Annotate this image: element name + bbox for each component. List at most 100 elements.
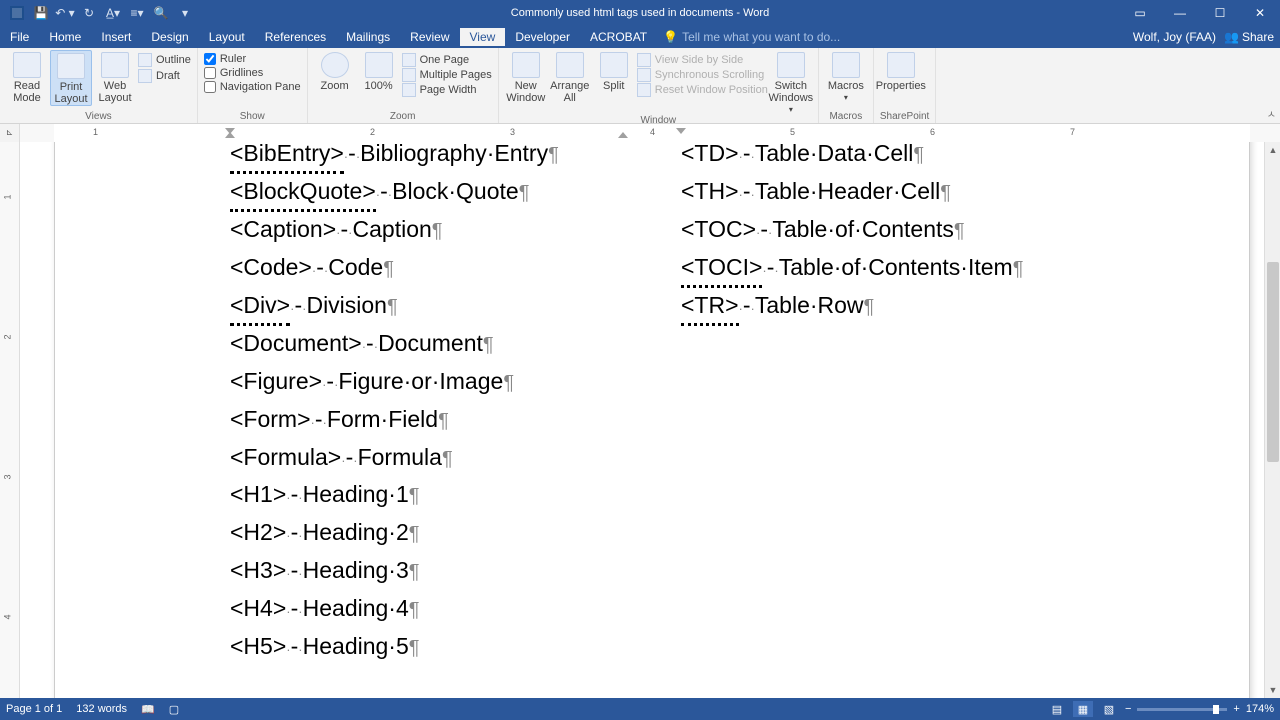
proofing-icon[interactable]: 📖	[141, 703, 155, 716]
paragraph[interactable]: <TH>·-·Table·Header·Cell¶	[681, 173, 1111, 211]
maximize-icon[interactable]: ☐	[1200, 0, 1240, 26]
view-web-icon[interactable]: ▧	[1099, 701, 1119, 717]
split-button[interactable]: Split	[593, 50, 635, 92]
paragraph[interactable]: <Code>·-·Code¶	[230, 249, 660, 287]
paragraph[interactable]: <Caption>·-·Caption¶	[230, 211, 660, 249]
group-views: Read Mode Print Layout Web Layout Outlin…	[0, 48, 198, 123]
paragraph[interactable]: <H1>·-·Heading·1¶	[230, 476, 660, 514]
column-2: <TD>·-·Table·Data·Cell¶<TH>·-·Table·Head…	[681, 142, 1111, 325]
paragraph[interactable]: <H3>·-·Heading·3¶	[230, 552, 660, 590]
tab-home[interactable]: Home	[39, 28, 91, 46]
tab-insert[interactable]: Insert	[91, 28, 141, 46]
share-button[interactable]: 👥 Share	[1224, 30, 1274, 44]
gridlines-checkbox[interactable]: Gridlines	[204, 67, 301, 79]
paragraph[interactable]: <BlockQuote>·-·Block·Quote¶	[230, 173, 660, 211]
properties-icon	[887, 52, 915, 78]
properties-button[interactable]: Properties	[880, 50, 922, 92]
ruler-num: 2	[370, 127, 375, 137]
tab-developer[interactable]: Developer	[505, 28, 580, 46]
view-print-icon[interactable]: ▦	[1073, 701, 1093, 717]
tab-review[interactable]: Review	[400, 28, 459, 46]
paragraph[interactable]: <TR>·-·Table·Row¶	[681, 287, 1111, 325]
paragraph[interactable]: <H4>·-·Heading·4¶	[230, 590, 660, 628]
macro-rec-icon[interactable]: ▢	[169, 703, 179, 716]
user-name[interactable]: Wolf, Joy (FAA)	[1133, 30, 1216, 44]
tell-me[interactable]: 💡 Tell me what you want to do...	[663, 30, 840, 44]
paragraph[interactable]: <TOCI>·-·Table·of·Contents·Item¶	[681, 249, 1111, 287]
tab-references[interactable]: References	[255, 28, 336, 46]
paragraph[interactable]: <Document>·-·Document¶	[230, 325, 660, 363]
minimize-icon[interactable]: —	[1160, 0, 1200, 26]
word-icon[interactable]	[6, 2, 28, 24]
paragraph[interactable]: <H2>·-·Heading·2¶	[230, 514, 660, 552]
undo-icon[interactable]: ↶ ▾	[54, 2, 76, 24]
multiple-pages-button[interactable]: Multiple Pages	[402, 68, 492, 82]
paragraph[interactable]: <H5>·-·Heading·5¶	[230, 628, 660, 666]
page-area[interactable]: <BibEntry>·-·Bibliography·Entry¶<BlockQu…	[20, 142, 1264, 698]
macros-button[interactable]: Macros▾	[825, 50, 867, 103]
zoom-slider[interactable]	[1137, 708, 1227, 711]
tab-mailings[interactable]: Mailings	[336, 28, 400, 46]
draft-button[interactable]: Draft	[138, 69, 191, 83]
tab-design[interactable]: Design	[141, 28, 198, 46]
print-layout-button[interactable]: Print Layout	[50, 50, 92, 106]
ruler-horizontal[interactable]: ⊾ 1 1 2 3 4 5 6 7	[0, 124, 1280, 142]
group-show-label: Show	[204, 111, 301, 123]
one-page-button[interactable]: One Page	[402, 53, 492, 67]
format-icon[interactable]: A̲▾	[102, 2, 124, 24]
new-window-button[interactable]: New Window	[505, 50, 547, 104]
spacing-icon[interactable]: ≡▾	[126, 2, 148, 24]
bulb-icon: 💡	[663, 30, 678, 44]
switch-windows-button[interactable]: Switch Windows▾	[770, 50, 812, 115]
paragraph[interactable]: <TOC>·-·Table·of·Contents¶	[681, 211, 1111, 249]
zoom-button[interactable]: Zoom	[314, 50, 356, 92]
one-page-icon	[402, 53, 416, 67]
paragraph[interactable]: <TD>·-·Table·Data·Cell¶	[681, 142, 1111, 173]
indent-marker[interactable]	[225, 124, 235, 142]
ruler-checkbox[interactable]: Ruler	[204, 53, 301, 65]
zoom-percent[interactable]: 174%	[1246, 703, 1274, 715]
tab-layout[interactable]: Layout	[199, 28, 255, 46]
zoom-thumb[interactable]	[1213, 705, 1219, 714]
save-icon[interactable]: 💾	[30, 2, 52, 24]
group-sharepoint: Properties SharePoint	[874, 48, 936, 123]
paragraph[interactable]: <Formula>·-·Formula¶	[230, 439, 660, 477]
view-side-by-side-button: View Side by Side	[637, 53, 768, 67]
page-indicator[interactable]: Page 1 of 1	[6, 703, 62, 715]
web-layout-icon	[101, 52, 129, 78]
tab-view[interactable]: View	[460, 28, 506, 46]
ruler-vertical[interactable]: 1 2 3 4	[0, 142, 20, 698]
scrollbar-vertical[interactable]: ▲ ▼	[1264, 142, 1280, 698]
paragraph[interactable]: <Figure>·-·Figure·or·Image¶	[230, 363, 660, 401]
outline-icon	[138, 53, 152, 67]
tab-acrobat[interactable]: ACROBAT	[580, 28, 657, 46]
zoom-in-icon[interactable]: +	[1233, 703, 1239, 715]
word-count[interactable]: 132 words	[76, 703, 127, 715]
web-layout-button[interactable]: Web Layout	[94, 50, 136, 104]
user-area: Wolf, Joy (FAA) 👥 Share	[1133, 30, 1280, 44]
paragraph[interactable]: <Form>·-·Form·Field¶	[230, 401, 660, 439]
navigation-pane-checkbox[interactable]: Navigation Pane	[204, 81, 301, 93]
scroll-down-icon[interactable]: ▼	[1265, 682, 1280, 698]
tab-file[interactable]: File	[0, 28, 39, 46]
preview-icon[interactable]: 🔍	[150, 2, 172, 24]
paragraph[interactable]: <BibEntry>·-·Bibliography·Entry¶	[230, 142, 660, 173]
page-width-button[interactable]: Page Width	[402, 83, 492, 97]
scroll-thumb[interactable]	[1267, 262, 1279, 462]
column-marker[interactable]	[618, 124, 628, 142]
scroll-up-icon[interactable]: ▲	[1265, 142, 1280, 158]
document-body[interactable]: <BibEntry>·-·Bibliography·Entry¶<BlockQu…	[55, 142, 1249, 698]
zoom-100-button[interactable]: 100%	[358, 50, 400, 92]
outline-button[interactable]: Outline	[138, 53, 191, 67]
view-read-icon[interactable]: ▤	[1047, 701, 1067, 717]
read-mode-button[interactable]: Read Mode	[6, 50, 48, 104]
zoom-out-icon[interactable]: −	[1125, 703, 1131, 715]
qat-more-icon[interactable]: ▾	[174, 2, 196, 24]
redo-icon[interactable]: ↻	[78, 2, 100, 24]
indent-marker-right[interactable]	[676, 124, 686, 142]
collapse-ribbon-icon[interactable]: ㅅ	[1267, 106, 1276, 121]
ribbon-options-icon[interactable]: ▭	[1120, 0, 1160, 26]
close-icon[interactable]: ✕	[1240, 0, 1280, 26]
paragraph[interactable]: <Div>·-·Division¶	[230, 287, 660, 325]
arrange-all-button[interactable]: Arrange All	[549, 50, 591, 104]
